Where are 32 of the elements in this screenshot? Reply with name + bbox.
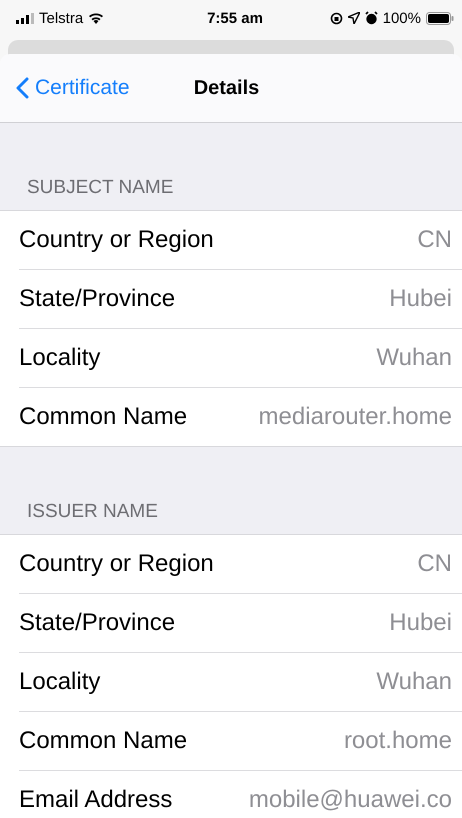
signal-icon — [16, 12, 34, 24]
field-label: State/Province — [19, 285, 176, 313]
field-label: Locality — [19, 668, 100, 696]
battery-percent: 100% — [382, 10, 421, 26]
alarm-clock-icon — [364, 11, 378, 25]
field-value: mobile@huawei.co — [248, 786, 452, 814]
carrier-name: Telstra — [39, 10, 84, 26]
page-title: Details — [194, 76, 260, 98]
field-value: Hubei — [389, 285, 452, 313]
chevron-left-icon — [16, 77, 29, 99]
field-label: Common Name — [19, 403, 188, 431]
field-value: root.home — [344, 727, 452, 755]
field-value: CN — [417, 550, 452, 578]
field-value: CN — [417, 226, 452, 254]
battery-icon — [426, 12, 454, 24]
clock-time: 7:55 am — [207, 10, 263, 26]
field-label: Email Address — [19, 786, 172, 814]
field-label: State/Province — [19, 609, 176, 637]
field-label: Locality — [19, 344, 100, 372]
section-header: ISSUER NAME — [26, 500, 159, 524]
back-button[interactable]: Certificate — [16, 76, 130, 100]
field-label: Country or Region — [19, 226, 214, 254]
field-label: Common Name — [19, 727, 188, 755]
field-label: Country or Region — [19, 550, 214, 578]
field-value: Wuhan — [376, 668, 452, 696]
section-header: SUBJECT NAME — [26, 176, 174, 200]
field-value: Wuhan — [376, 344, 452, 372]
rotation-lock-icon — [330, 12, 343, 24]
field-value: mediarouter.home — [258, 403, 452, 431]
wifi-icon — [88, 12, 104, 24]
field-value: Hubei — [389, 609, 452, 637]
location-arrow-icon — [348, 12, 360, 24]
